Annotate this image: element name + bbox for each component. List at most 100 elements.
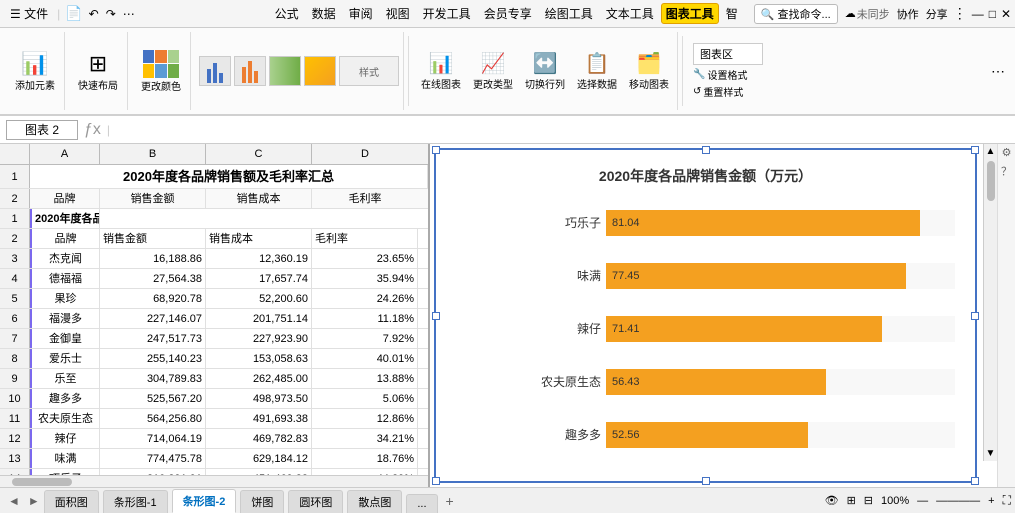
scroll-down[interactable]: ▼ [986,448,996,459]
row-num[interactable]: 13 [0,449,30,468]
h-scrollbar[interactable] [0,475,428,487]
search-box[interactable]: 🔍 查找命令... [754,4,838,24]
cell[interactable]: 品牌 [30,229,100,248]
tab-nav-right[interactable]: ► [24,492,44,510]
cell[interactable]: 525,567.20 [100,389,206,408]
style1[interactable] [199,56,231,86]
cell[interactable]: 16,188.86 [100,249,206,268]
cell[interactable]: 5.06% [312,389,418,408]
style5[interactable]: 样式 [339,56,399,86]
zoom-out[interactable]: — [917,495,928,507]
style3[interactable] [269,56,301,86]
sheet-tab[interactable]: 饼图 [240,490,284,513]
switch-row-col-btn[interactable]: ↔️ 切换行列 [523,51,567,91]
col-header-d[interactable]: D [312,144,418,164]
cell[interactable]: 12.86% [312,409,418,428]
tab-nav-left[interactable]: ◄ [4,492,24,510]
menu-formula[interactable]: 公式 [269,3,305,24]
cell[interactable]: 11.18% [312,309,418,328]
v-scrollbar[interactable]: ▲ ▼ [983,144,997,461]
sheet-tab[interactable]: 散点图 [347,490,402,513]
toolbar-more[interactable]: ⋯ [120,7,138,21]
row-num[interactable]: 12 [0,429,30,448]
menu-data[interactable]: 数据 [306,3,342,24]
window-maximize[interactable]: □ [989,7,996,21]
handle-mr[interactable] [971,312,979,320]
cell[interactable]: 辣仔 [30,429,100,448]
handle-tr[interactable] [971,146,979,154]
cell[interactable]: 品牌 [30,189,100,208]
icon-settings[interactable]: ⚙ [1002,146,1012,159]
scroll-thumb[interactable] [12,478,72,486]
cell[interactable]: 毛利率 [312,229,418,248]
cell[interactable]: 153,058.63 [206,349,312,368]
zoom-in[interactable]: + [988,495,994,507]
handle-br[interactable] [971,477,979,485]
scroll-up[interactable]: ▲ [986,146,996,157]
menu-text[interactable]: 文本工具 [600,3,660,24]
row-num[interactable]: 2 [0,189,30,208]
add-sheet-btn[interactable]: + [440,491,460,511]
row-num[interactable]: 8 [0,349,30,368]
window-minimize[interactable]: — [972,7,984,21]
cell[interactable]: 果珍 [30,289,100,308]
sheet-tab-active[interactable]: 条形图-2 [172,489,237,513]
add-element-btn[interactable]: 📊 添加元素 [12,48,58,95]
cell[interactable]: 68,920.78 [100,289,206,308]
row-num[interactable]: 3 [0,249,30,268]
select-data-btn[interactable]: 📋 选择数据 [575,51,619,91]
cell[interactable]: 304,789.83 [100,369,206,388]
cell[interactable]: 247,517.73 [100,329,206,348]
handle-ml[interactable] [432,312,440,320]
cell[interactable]: 销售金额 [100,229,206,248]
sync-label[interactable]: 未同步 [857,6,890,22]
sheet-tab[interactable]: 圆环图 [288,490,343,513]
toolbar-undo[interactable]: ↶ [86,7,102,21]
scroll-thumb-v[interactable] [987,161,995,201]
cell[interactable]: 味满 [30,449,100,468]
online-chart-btn[interactable]: 📊 在线图表 [419,51,463,91]
move-chart-btn[interactable]: 🗂️ 移动图表 [627,51,671,91]
view-normal-btn[interactable]: ⊞ [847,494,856,507]
ribbon-expand[interactable]: ⋯ [987,59,1009,84]
toolbar-redo[interactable]: ↷ [103,7,119,21]
cell[interactable]: 714,064.19 [100,429,206,448]
cell[interactable]: 255,140.23 [100,349,206,368]
change-color-btn[interactable]: 更改颜色 [138,47,184,96]
menu-dev[interactable]: 开发工具 [417,3,477,24]
cell[interactable]: 23.65% [312,249,418,268]
cell[interactable]: 农夫原生态 [30,409,100,428]
sheet-tab[interactable]: 面积图 [44,490,99,513]
menu-view[interactable]: 视图 [380,3,416,24]
row-num[interactable]: 4 [0,269,30,288]
name-box[interactable] [6,120,78,140]
cell[interactable]: 34.21% [312,429,418,448]
row-num[interactable]: 1 [0,209,30,228]
menu-file[interactable]: ☰ ☰ 文件文件 [4,3,54,24]
cell[interactable]: 毛利率 [312,189,418,208]
cell[interactable]: 24.26% [312,289,418,308]
row-num[interactable]: 11 [0,409,30,428]
col-header-a[interactable]: A [30,144,100,164]
sheet-tab[interactable]: 条形图-1 [103,490,168,513]
handle-tc[interactable] [702,146,710,154]
cell[interactable]: 52,200.60 [206,289,312,308]
row-num[interactable]: 10 [0,389,30,408]
menu-member[interactable]: 会员专享 [478,3,538,24]
row-num[interactable]: 9 [0,369,30,388]
row-num[interactable]: 7 [0,329,30,348]
quick-layout-btn[interactable]: ⊞ 快速布局 [75,48,121,95]
cell[interactable]: 629,184.12 [206,449,312,468]
cell[interactable]: 491,693.38 [206,409,312,428]
cell[interactable]: 498,973.50 [206,389,312,408]
cell[interactable]: 12,360.19 [206,249,312,268]
menu-review[interactable]: 审阅 [343,3,379,24]
handle-tl[interactable] [432,146,440,154]
handle-bc[interactable] [702,477,710,485]
collab-label[interactable]: 协作 [897,6,919,22]
fullscreen-btn[interactable]: ⛶ [1003,493,1011,508]
cell[interactable]: 趣多多 [30,389,100,408]
format-btn[interactable]: 🔧 设置格式 [693,67,763,82]
cell[interactable]: 销售金额 [100,189,206,208]
cell[interactable]: 乐至 [30,369,100,388]
